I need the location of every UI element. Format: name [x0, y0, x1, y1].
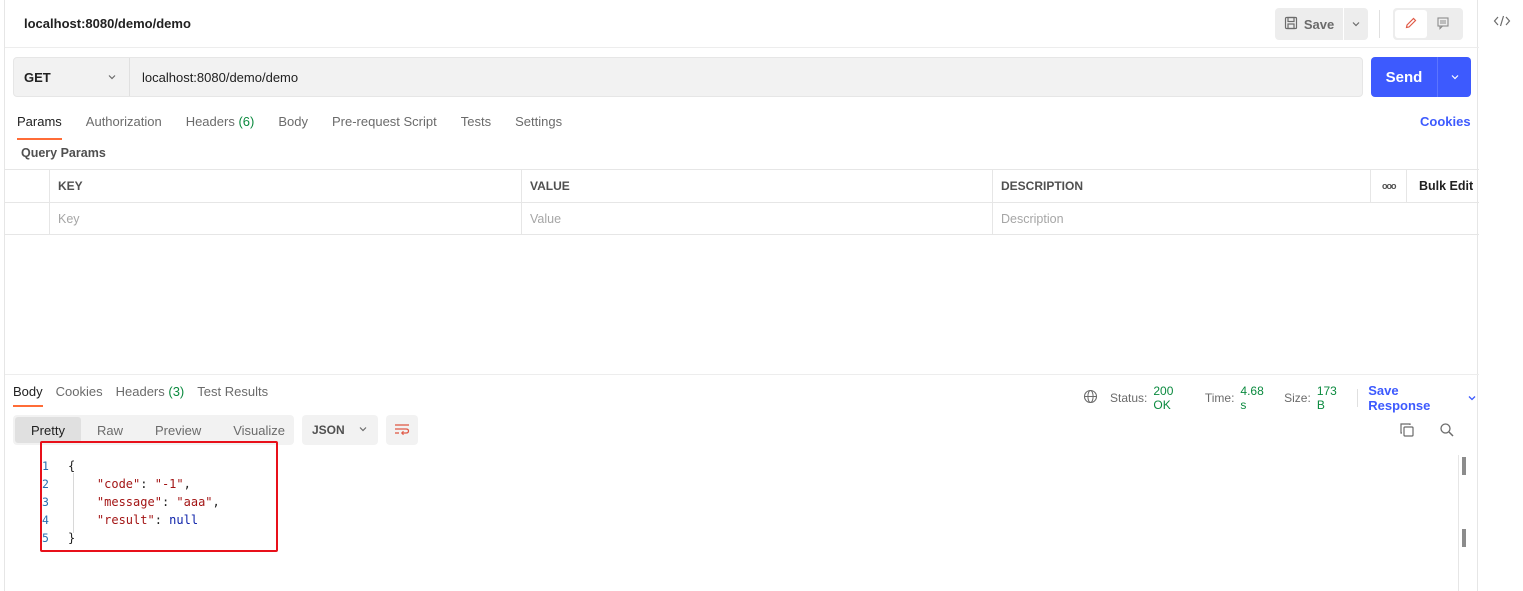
scrollbar-track[interactable] [1458, 455, 1459, 591]
send-options-button[interactable] [1438, 57, 1471, 97]
url-input[interactable]: localhost:8080/demo/demo [130, 58, 1362, 96]
request-header: localhost:8080/demo/demo Save [5, 0, 1479, 48]
column-key: KEY [49, 170, 521, 202]
size-value[interactable]: 173 B [1317, 384, 1347, 412]
size-label: Size: [1284, 391, 1311, 405]
view-mode-toggle [1393, 8, 1463, 40]
description-placeholder: Description [1001, 212, 1064, 226]
chevron-down-icon [1450, 70, 1460, 85]
save-button[interactable]: Save [1275, 8, 1343, 40]
response-tabs: Body Cookies Headers (3) Test Results [13, 383, 281, 407]
scrollbar-marker[interactable] [1462, 457, 1466, 475]
save-group: Save [1275, 8, 1368, 40]
view-tab-raw[interactable]: Raw [81, 417, 139, 443]
time-value[interactable]: 4.68 s [1240, 384, 1272, 412]
method-label: GET [24, 69, 51, 85]
tab-body[interactable]: Body [278, 112, 308, 140]
more-icon: ooo [1382, 181, 1396, 191]
status-label: Status: [1110, 391, 1148, 405]
save-response-label: Save Response [1368, 383, 1431, 413]
wrap-lines-button[interactable] [386, 415, 418, 445]
status-value[interactable]: 200 OK [1153, 384, 1192, 412]
column-description: DESCRIPTION [992, 170, 1370, 202]
table-header-row: KEY VALUE DESCRIPTION ooo Bulk Edit [5, 169, 1479, 202]
save-label: Save [1303, 16, 1335, 32]
format-label: JSON [312, 423, 345, 437]
status-divider [1357, 389, 1359, 407]
chevron-down-icon [107, 70, 117, 85]
copy-icon[interactable] [1399, 422, 1415, 441]
highlight-annotation-box [40, 441, 278, 552]
bulk-edit-label: Bulk Edit [1419, 179, 1474, 193]
response-tab-body[interactable]: Body [13, 383, 43, 407]
globe-icon[interactable] [1083, 389, 1098, 407]
view-tab-pretty[interactable]: Pretty [15, 417, 81, 443]
column-value: VALUE [521, 170, 992, 202]
more-options-button[interactable]: ooo [1370, 170, 1406, 202]
view-tab-preview[interactable]: Preview [139, 417, 217, 443]
right-sidebar [1479, 0, 1523, 591]
query-params-label: Query Params [21, 146, 106, 160]
response-tab-test-results[interactable]: Test Results [197, 383, 268, 407]
key-input[interactable]: Key [49, 203, 521, 235]
send-group: Send [1371, 57, 1471, 97]
bulk-edit-button[interactable]: Bulk Edit [1406, 170, 1479, 202]
request-tabs: Params Authorization Headers (6) Body Pr… [17, 112, 586, 140]
time-label: Time: [1204, 391, 1235, 405]
tab-headers[interactable]: Headers (6) [186, 112, 255, 140]
query-params-table: KEY VALUE DESCRIPTION ooo Bulk Edit Key … [5, 169, 1479, 235]
save-icon [1284, 16, 1298, 33]
response-tab-headers-label: Headers [115, 384, 165, 399]
tab-pre-request-script[interactable]: Pre-request Script [332, 112, 437, 140]
wrap-lines-icon [394, 422, 410, 439]
chevron-down-icon [1467, 391, 1477, 406]
code-icon[interactable] [1493, 14, 1511, 31]
cookies-link[interactable]: Cookies [1420, 114, 1471, 129]
tab-authorization[interactable]: Authorization [86, 112, 162, 140]
send-button[interactable]: Send [1371, 57, 1438, 97]
value-placeholder: Value [530, 212, 562, 226]
view-tab-visualize[interactable]: Visualize [217, 417, 301, 443]
response-tab-headers-count: (3) [168, 384, 185, 399]
edit-mode-button[interactable] [1395, 10, 1427, 38]
method-select[interactable]: GET [14, 58, 130, 96]
scrollbar-marker[interactable] [1462, 529, 1466, 547]
description-input[interactable]: Description [992, 203, 1479, 235]
chevron-down-icon [358, 423, 368, 437]
tab-params[interactable]: Params [17, 112, 62, 140]
tab-headers-count: (6) [238, 114, 255, 129]
comment-icon [1436, 16, 1450, 33]
comments-mode-button[interactable] [1427, 10, 1459, 38]
search-icon[interactable] [1439, 422, 1455, 441]
column-value-label: VALUE [530, 179, 570, 193]
tab-settings[interactable]: Settings [515, 112, 562, 140]
tab-headers-label: Headers [185, 114, 235, 129]
edit-icon [1404, 16, 1418, 33]
header-divider [1379, 10, 1380, 38]
format-select[interactable]: JSON [302, 415, 378, 445]
tab-tests[interactable]: Tests [461, 112, 491, 140]
response-meta: Status: 200 OK Time: 4.68 s Size: 173 B … [1083, 383, 1477, 413]
request-panel: localhost:8080/demo/demo Save GET localh… [4, 0, 1479, 591]
response-tab-headers[interactable]: Headers (3) [116, 383, 185, 407]
save-response-button[interactable]: Save Response [1368, 383, 1477, 413]
column-description-label: DESCRIPTION [1001, 179, 1084, 193]
request-title[interactable]: localhost:8080/demo/demo [24, 16, 191, 31]
save-options-button[interactable] [1344, 8, 1368, 40]
response-tab-cookies[interactable]: Cookies [56, 383, 103, 407]
url-bar: GET localhost:8080/demo/demo [13, 57, 1363, 97]
response-divider[interactable] [5, 374, 1479, 375]
key-placeholder: Key [58, 212, 80, 226]
table-row: Key Value Description [5, 202, 1479, 235]
value-input[interactable]: Value [521, 203, 992, 235]
chevron-down-icon [1351, 17, 1361, 32]
column-key-label: KEY [58, 179, 83, 193]
